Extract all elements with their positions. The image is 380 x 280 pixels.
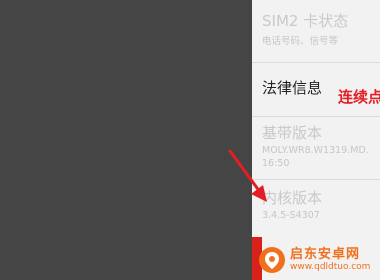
baseband-version-title: 基带版本: [262, 124, 323, 142]
site-url: www.qdldtuo.com: [290, 262, 371, 272]
site-watermark: 启东安卓网 www.qdldtuo.com: [258, 240, 380, 280]
kernel-version-title: 内核版本: [262, 189, 323, 207]
settings-item-baseband-version[interactable]: 基带版本 MOLY.WR8.W1319.MD. 16:50: [252, 117, 380, 179]
red-arrow-icon: [228, 149, 267, 202]
sim2-status-title: SIM2 卡状态: [262, 12, 349, 30]
baseband-version-value: MOLY.WR8.W1319.MD.: [262, 145, 369, 156]
about-phone-settings-list: SIM2 卡状态 电话号码、信号等 法律信息 基带版本 MOLY.WR8.W13…: [252, 0, 380, 280]
dimmed-background: [0, 0, 252, 280]
legal-info-title: 法律信息: [262, 79, 323, 97]
site-logo-icon: [259, 247, 285, 273]
settings-item-kernel-version[interactable]: 内核版本 3.4.5-S4307: [252, 180, 380, 235]
tap-repeatedly-annotation: 连续点: [338, 88, 380, 106]
kernel-version-value: 3.4.5-S4307: [262, 210, 320, 221]
sim2-status-subtitle: 电话号码、信号等: [262, 36, 339, 47]
settings-item-sim2-status[interactable]: SIM2 卡状态 电话号码、信号等: [252, 0, 380, 62]
site-name: 启东安卓网: [290, 247, 361, 262]
